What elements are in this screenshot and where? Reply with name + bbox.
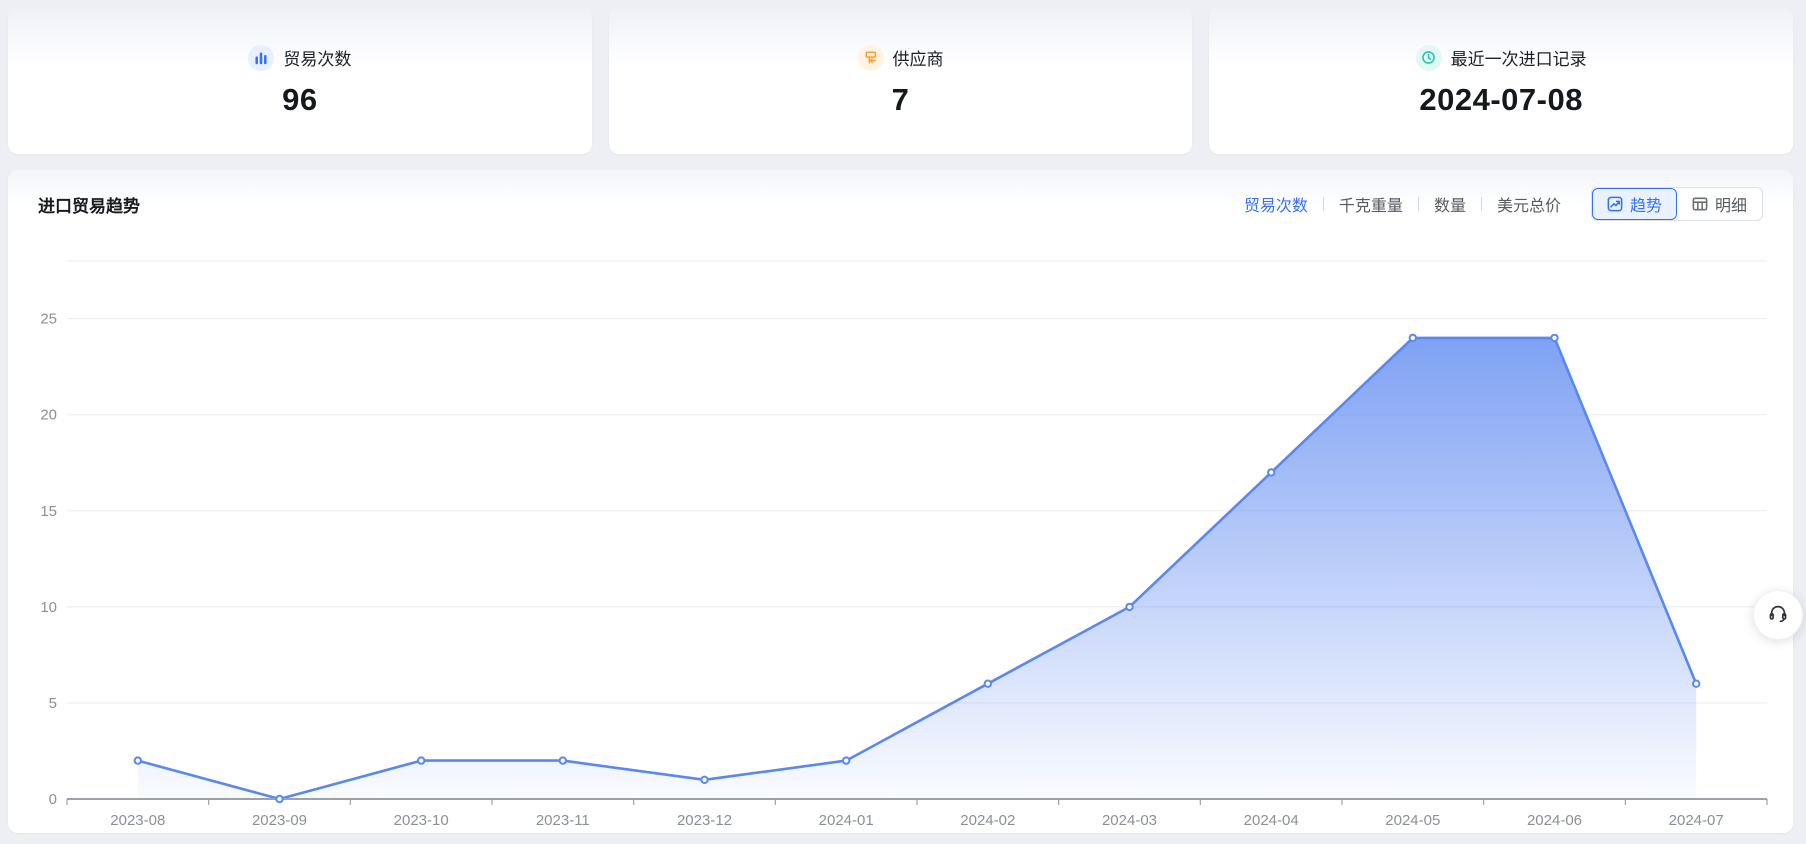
import-trend-card: 0 5 10 15 20 25 2023-08 2023-09 2023-10 2023-11 20… [8,170,1793,833]
svg-text:2024-03: 2024-03 [1102,812,1157,829]
view-toggle: 趋势 明细 [1591,187,1763,221]
svg-text:2024-02: 2024-02 [960,812,1015,829]
stat-value: 2024-07-08 [1419,82,1583,118]
tab-quantity[interactable]: 数量 [1434,192,1466,216]
tab-trade-count[interactable]: 贸易次数 [1244,192,1308,216]
bar-chart-icon [248,45,274,71]
chart-controls: 贸易次数 千克重量 数量 美元总价 趋势 [1244,187,1763,221]
support-button[interactable] [1753,590,1803,640]
svg-text:5: 5 [49,695,57,712]
stat-value: 7 [892,82,910,118]
tab-usd-total[interactable]: 美元总价 [1497,192,1561,216]
trend-chart[interactable]: 0 5 10 15 20 25 2023-08 2023-09 2023-10 2023-11 20… [8,170,1793,833]
svg-text:2023-09: 2023-09 [252,812,307,829]
svg-text:2024-07: 2024-07 [1669,812,1724,829]
view-toggle-label: 明细 [1715,192,1747,216]
metric-tabs: 贸易次数 千克重量 数量 美元总价 [1244,192,1561,216]
svg-text:0: 0 [49,791,57,808]
svg-text:2024-05: 2024-05 [1385,812,1440,829]
table-icon [1692,196,1708,212]
tab-divider [1418,197,1419,211]
section-title: 进口贸易趋势 [38,192,140,217]
stat-label: 贸易次数 [283,45,351,70]
svg-text:2024-06: 2024-06 [1527,812,1582,829]
svg-text:2023-10: 2023-10 [394,812,449,829]
clock-icon [1416,45,1442,71]
stat-card-suppliers: 供应商 7 [609,8,1193,154]
trend-view-button[interactable]: 趋势 [1592,188,1677,220]
stats-row: 贸易次数 96 供应商 7 最近 [8,8,1793,154]
svg-text:2023-08: 2023-08 [110,812,165,829]
svg-text:2024-04: 2024-04 [1244,812,1299,829]
svg-text:25: 25 [40,311,57,328]
view-toggle-label: 趋势 [1630,192,1662,216]
svg-text:2024-01: 2024-01 [819,812,874,829]
detail-view-button[interactable]: 明细 [1677,188,1762,220]
svg-text:20: 20 [40,407,57,424]
tab-kg-weight[interactable]: 千克重量 [1339,192,1403,216]
supplier-icon [858,45,884,71]
stat-label: 最近一次进口记录 [1451,45,1587,70]
svg-text:2023-11: 2023-11 [536,812,590,829]
stat-card-trade-count: 贸易次数 96 [8,8,592,154]
stat-label: 供应商 [893,45,944,70]
stat-value: 96 [282,82,317,118]
tab-divider [1323,197,1324,211]
tab-divider [1481,197,1482,211]
headset-icon [1767,602,1789,629]
svg-text:15: 15 [40,503,57,520]
stat-card-last-import: 最近一次进口记录 2024-07-08 [1209,8,1793,154]
trend-icon [1607,196,1623,212]
svg-text:10: 10 [40,599,57,616]
svg-text:2023-12: 2023-12 [677,812,732,829]
chart-header: 进口贸易趋势 贸易次数 千克重量 数量 美元总价 [8,170,1793,232]
